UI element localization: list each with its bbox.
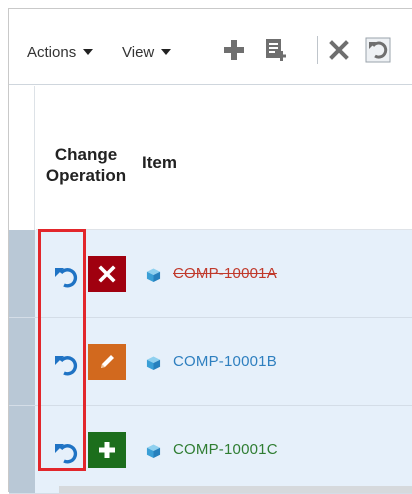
row-selector[interactable]: [9, 318, 35, 405]
highlight-box: [38, 229, 86, 471]
column-header-text: Change: [54, 145, 118, 164]
view-menu-label: View: [122, 43, 155, 61]
row-selector[interactable]: [9, 406, 35, 493]
chevron-down-icon: [83, 49, 94, 55]
column-header-text: Operation: [45, 166, 127, 185]
add-icon[interactable]: [223, 39, 245, 61]
actions-menu[interactable]: Actions: [27, 41, 94, 63]
item-link[interactable]: COMP-10001C: [173, 441, 278, 458]
plus-icon: [99, 442, 115, 458]
item-link[interactable]: COMP-10001A: [173, 265, 277, 282]
close-icon: [98, 265, 116, 283]
delete-icon[interactable]: [329, 40, 349, 60]
item-link[interactable]: COMP-10001B: [173, 353, 277, 370]
undo-icon[interactable]: [365, 37, 391, 63]
delete-operation-badge: [88, 256, 126, 292]
toolbar-separator: [317, 36, 318, 64]
column-header-item[interactable]: Item: [142, 153, 177, 173]
table-header: Change Operation Item: [36, 86, 412, 230]
item-cube-icon: [146, 356, 161, 371]
chevron-down-icon: [161, 49, 172, 55]
pencil-icon: [101, 355, 114, 368]
table-panel: Actions View Change Operation Item COMP-…: [8, 8, 412, 494]
item-cube-icon: [146, 268, 161, 283]
view-menu[interactable]: View: [122, 41, 172, 63]
column-header-change-operation[interactable]: Change Operation: [36, 144, 136, 186]
toolbar: Actions View: [9, 9, 412, 85]
edit-operation-badge: [88, 344, 126, 380]
actions-menu-label: Actions: [27, 43, 77, 61]
add-detail-icon[interactable]: [265, 38, 287, 62]
row-selector[interactable]: [9, 230, 35, 317]
item-cube-icon: [146, 444, 161, 459]
add-operation-badge: [88, 432, 126, 468]
